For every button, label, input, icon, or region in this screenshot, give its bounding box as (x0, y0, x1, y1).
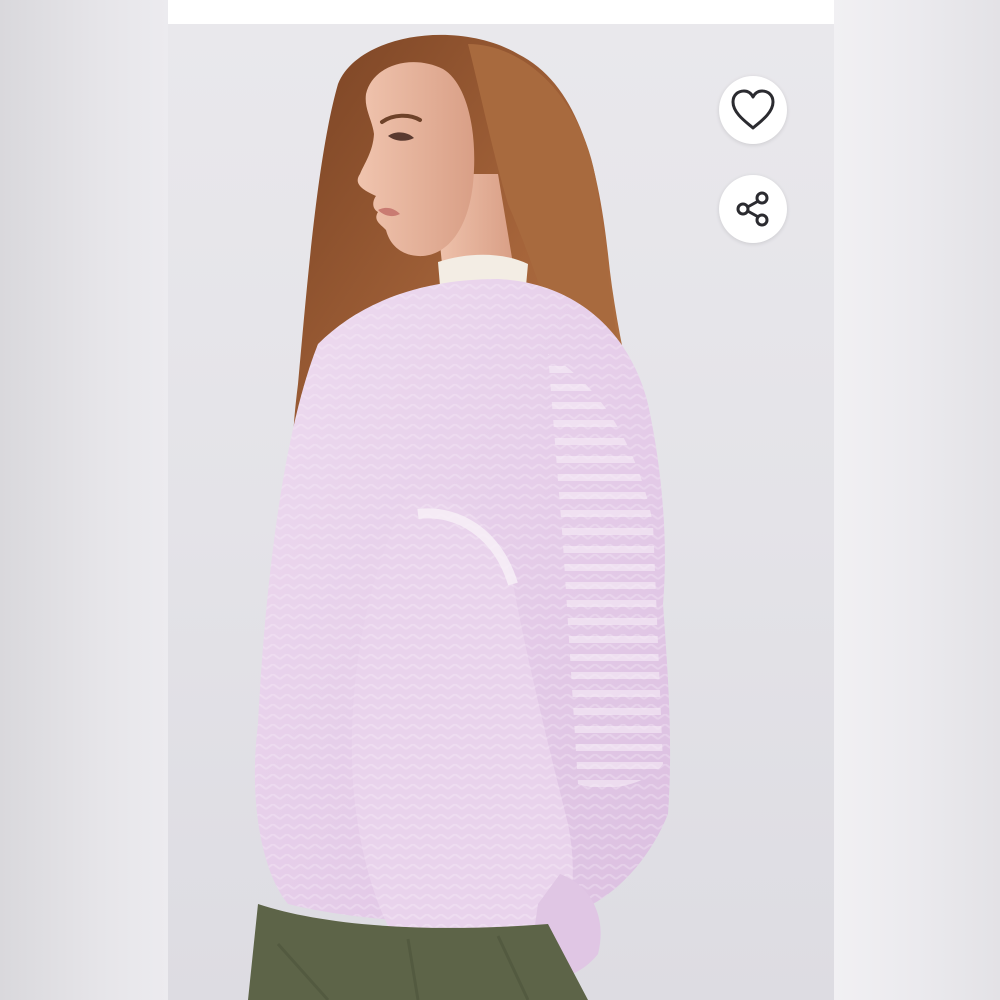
top-white-strip (168, 0, 834, 24)
blurred-background-left (0, 0, 168, 1000)
blurred-background-right (834, 0, 1000, 1000)
product-photo[interactable] (168, 24, 834, 1000)
product-image-frame (168, 0, 834, 1000)
share-icon (736, 191, 769, 227)
heart-icon (731, 89, 775, 130)
product-photo-illustration (248, 34, 671, 1000)
share-button[interactable] (719, 175, 787, 243)
like-button[interactable] (719, 76, 787, 144)
